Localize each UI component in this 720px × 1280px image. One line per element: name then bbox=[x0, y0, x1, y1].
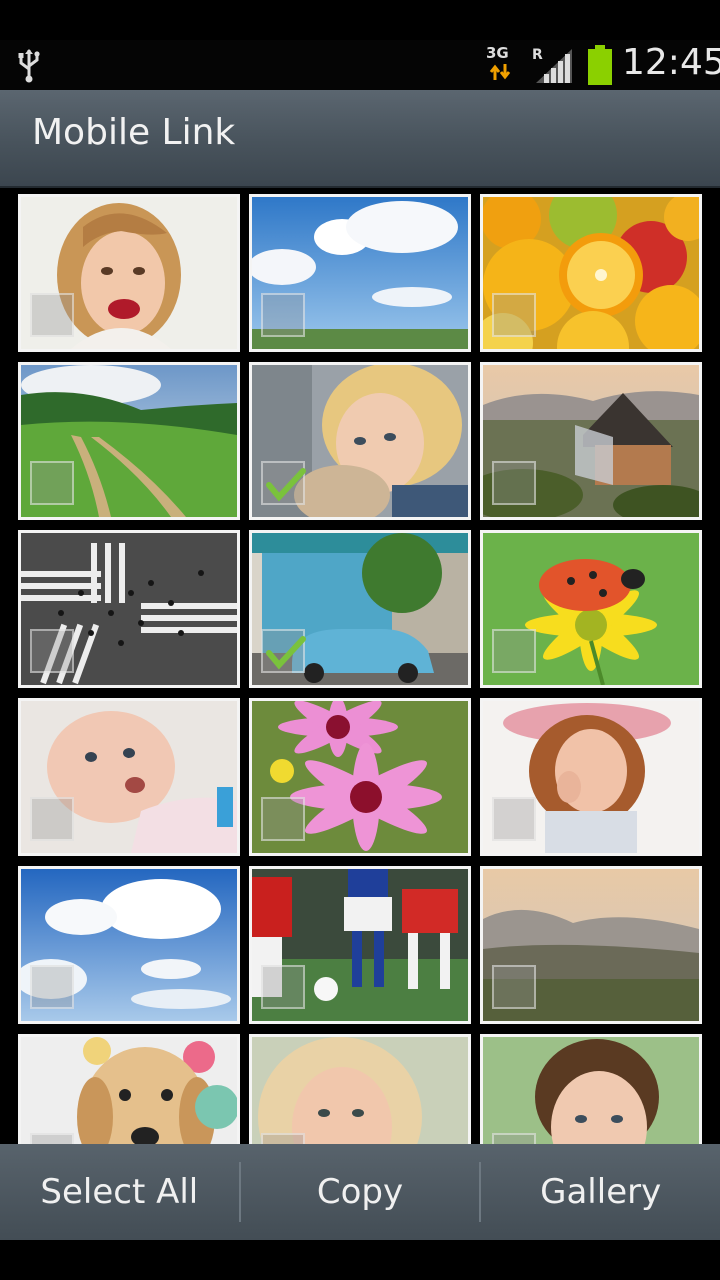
select-checkbox[interactable] bbox=[30, 797, 74, 841]
select-checkbox[interactable] bbox=[261, 965, 305, 1009]
photo-sky-clouds[interactable] bbox=[18, 866, 240, 1024]
photo-fruits[interactable] bbox=[480, 194, 702, 352]
photo-ladybug-flower[interactable] bbox=[480, 530, 702, 688]
select-checkbox[interactable] bbox=[492, 629, 536, 673]
photo-green-hills-path[interactable] bbox=[18, 362, 240, 520]
clock: 12:45 bbox=[622, 42, 720, 83]
copy-button[interactable]: Copy bbox=[241, 1144, 480, 1240]
gallery-button[interactable]: Gallery bbox=[481, 1144, 720, 1240]
select-all-button[interactable]: Select All bbox=[0, 1144, 239, 1240]
photo-soccer-players[interactable] bbox=[249, 866, 471, 1024]
photo-image bbox=[21, 1037, 237, 1144]
photo-hazy-landscape[interactable] bbox=[480, 866, 702, 1024]
select-checkbox[interactable] bbox=[492, 1133, 536, 1144]
photo-house-landscape[interactable] bbox=[480, 362, 702, 520]
app-title: Mobile Link bbox=[32, 112, 236, 153]
photo-blue-car-street[interactable] bbox=[249, 530, 471, 688]
photo-pink-flowers[interactable] bbox=[249, 698, 471, 856]
select-checkbox[interactable] bbox=[261, 1133, 305, 1144]
photo-crosswalk-crowd[interactable] bbox=[18, 530, 240, 688]
data-arrows-icon: 3G bbox=[486, 44, 516, 86]
select-checkbox[interactable] bbox=[30, 461, 74, 505]
photo-blue-sky-clouds[interactable] bbox=[249, 194, 471, 352]
bottom-black-strip bbox=[0, 1240, 720, 1280]
photo-image bbox=[483, 1037, 699, 1144]
select-checkbox[interactable] bbox=[492, 461, 536, 505]
photo-baby[interactable] bbox=[18, 698, 240, 856]
select-checkbox[interactable] bbox=[30, 965, 74, 1009]
photo-girl-with-teddy[interactable] bbox=[249, 362, 471, 520]
bottom-action-bar: Select All Copy Gallery bbox=[0, 1144, 720, 1240]
select-checkbox[interactable] bbox=[492, 797, 536, 841]
usb-icon bbox=[18, 49, 40, 83]
select-checkbox[interactable] bbox=[30, 293, 74, 337]
network-type-label: 3G bbox=[486, 44, 509, 62]
signal-icon: R bbox=[532, 47, 572, 83]
roaming-label: R bbox=[532, 47, 543, 63]
select-checkbox[interactable] bbox=[261, 461, 306, 505]
check-icon bbox=[266, 636, 306, 670]
title-bar: Mobile Link bbox=[0, 90, 720, 188]
select-checkbox[interactable] bbox=[261, 293, 305, 337]
select-checkbox[interactable] bbox=[492, 293, 536, 337]
photo-puppy[interactable] bbox=[18, 1034, 240, 1144]
battery-icon bbox=[588, 45, 612, 85]
top-black-strip bbox=[0, 0, 720, 40]
photo-image bbox=[252, 1037, 468, 1144]
select-checkbox[interactable] bbox=[492, 965, 536, 1009]
photo-girl-laughing[interactable] bbox=[18, 194, 240, 352]
photo-smiling-woman[interactable] bbox=[249, 1034, 471, 1144]
photo-girl-on-phone[interactable] bbox=[480, 698, 702, 856]
photo-boy-portrait[interactable] bbox=[480, 1034, 702, 1144]
select-checkbox[interactable] bbox=[30, 1133, 74, 1144]
select-checkbox[interactable] bbox=[261, 629, 306, 673]
select-checkbox[interactable] bbox=[261, 797, 305, 841]
check-icon bbox=[266, 468, 306, 502]
status-bar: 3G R 12:45 bbox=[0, 40, 720, 90]
select-checkbox[interactable] bbox=[30, 629, 74, 673]
photo-grid[interactable] bbox=[0, 188, 720, 1144]
